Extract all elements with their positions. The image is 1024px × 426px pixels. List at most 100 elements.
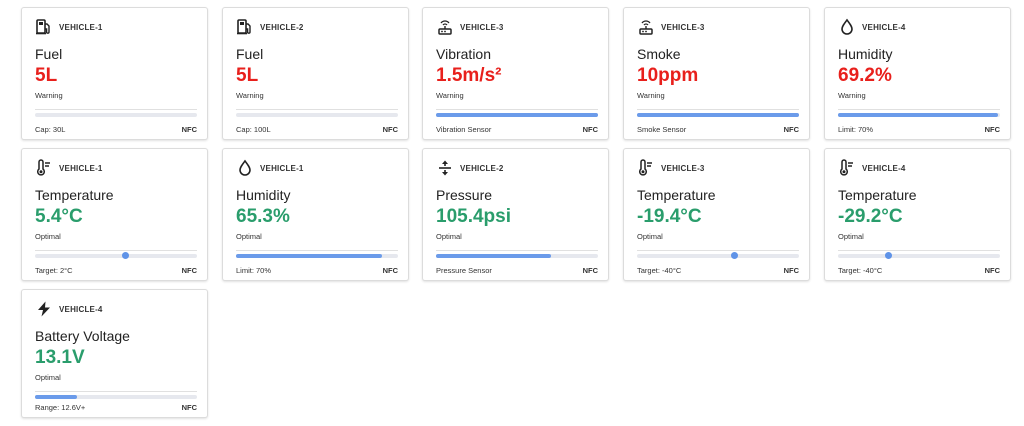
- sensor-card[interactable]: VEHICLE-3 Temperature -19.4°C Optimal Ta…: [623, 148, 810, 281]
- card-footer: Range: 12.6V+ NFC: [35, 403, 197, 412]
- level-track: [436, 113, 598, 117]
- status-text: Optimal: [637, 232, 663, 241]
- status-text: Optimal: [35, 373, 61, 382]
- status-text: Warning: [838, 91, 866, 100]
- card-header: VEHICLE-2: [436, 158, 598, 178]
- footer-info: Pressure Sensor: [436, 266, 492, 275]
- sensor-card-grid: VEHICLE-1 Fuel 5L Warning Cap: 30L NFC V…: [0, 0, 1024, 426]
- sensor-card[interactable]: VEHICLE-4 Battery Voltage 13.1V Optimal …: [21, 289, 208, 418]
- card-header: VEHICLE-1: [236, 158, 398, 178]
- nfc-badge: NFC: [582, 266, 598, 275]
- divider: [838, 250, 1000, 251]
- card-footer: Vibration Sensor NFC: [436, 125, 598, 134]
- sensor-card[interactable]: VEHICLE-2 Pressure 105.4psi Optimal Pres…: [422, 148, 609, 281]
- level-fill: [35, 395, 78, 399]
- level-marker: [730, 252, 738, 259]
- card-footer: Target: -40°C NFC: [637, 266, 799, 275]
- divider: [236, 250, 398, 251]
- level-track: [637, 113, 799, 117]
- sensor-card[interactable]: VEHICLE-4 Temperature -29.2°C Optimal Ta…: [824, 148, 1011, 281]
- divider: [637, 250, 799, 251]
- level-track: [35, 252, 197, 259]
- metric-value: 10ppm: [637, 65, 699, 86]
- sensor-card[interactable]: VEHICLE-3 Smoke 10ppm Warning Smoke Sens…: [623, 7, 810, 140]
- metric-value: 1.5m/s²: [436, 65, 502, 86]
- footer-info: Cap: 100L: [236, 125, 271, 134]
- metric-value: 65.3%: [236, 206, 290, 227]
- level-track: [236, 113, 398, 117]
- sensor-card[interactable]: VEHICLE-3 Vibration 1.5m/s² Warning Vibr…: [422, 7, 609, 140]
- level-fill: [838, 113, 999, 117]
- divider: [637, 109, 799, 110]
- sensor-icon: [436, 18, 454, 36]
- card-footer: Target: 2°C NFC: [35, 266, 197, 275]
- card-footer: Cap: 30L NFC: [35, 125, 197, 134]
- footer-info: Limit: 70%: [838, 125, 874, 134]
- card-footer: Limit: 70% NFC: [236, 266, 398, 275]
- status-text: Optimal: [35, 232, 61, 241]
- metric-name: Humidity: [236, 187, 291, 203]
- level-track: [838, 113, 1000, 117]
- divider: [35, 109, 197, 110]
- metric-name: Vibration: [436, 46, 492, 62]
- nfc-badge: NFC: [783, 266, 799, 275]
- footer-info: Smoke Sensor: [637, 125, 687, 134]
- water-drop-icon: [236, 159, 254, 177]
- metric-name: Fuel: [35, 46, 63, 62]
- vehicle-label: VEHICLE-4: [862, 163, 906, 173]
- vehicle-label: VEHICLE-4: [862, 22, 906, 32]
- nfc-badge: NFC: [382, 266, 398, 275]
- divider: [436, 109, 598, 110]
- level-track: [838, 252, 1000, 259]
- divider: [236, 109, 398, 110]
- level-fill: [436, 254, 552, 258]
- level-fill: [637, 113, 799, 117]
- metric-value: 5L: [236, 65, 259, 86]
- water-drop-icon: [838, 18, 856, 36]
- level-track: [236, 254, 398, 258]
- metric-value: 5.4°C: [35, 206, 83, 227]
- sensor-card[interactable]: VEHICLE-1 Humidity 65.3% Optimal Limit: …: [222, 148, 409, 281]
- card-header: VEHICLE-3: [637, 158, 799, 178]
- card-footer: Pressure Sensor NFC: [436, 266, 598, 275]
- vehicle-label: VEHICLE-1: [260, 163, 304, 173]
- vehicle-label: VEHICLE-4: [59, 304, 103, 314]
- level-track: [35, 113, 197, 117]
- metric-name: Temperature: [35, 187, 114, 203]
- vehicle-label: VEHICLE-2: [460, 163, 504, 173]
- footer-info: Vibration Sensor: [436, 125, 492, 134]
- nfc-badge: NFC: [783, 125, 799, 134]
- metric-value: 13.1V: [35, 347, 85, 368]
- fuel-pump-icon: [35, 18, 53, 36]
- vehicle-label: VEHICLE-2: [260, 22, 304, 32]
- footer-info: Target: 2°C: [35, 266, 73, 275]
- metric-value: 5L: [35, 65, 58, 86]
- nfc-badge: NFC: [181, 403, 197, 412]
- card-header: VEHICLE-2: [236, 17, 398, 37]
- status-text: Warning: [35, 91, 63, 100]
- card-header: VEHICLE-4: [838, 158, 1000, 178]
- lightning-bolt-icon: [35, 300, 53, 318]
- sensor-icon: [637, 18, 655, 36]
- thermometer-icon: [838, 159, 856, 177]
- card-header: VEHICLE-1: [35, 17, 197, 37]
- metric-name: Humidity: [838, 46, 893, 62]
- card-header: VEHICLE-3: [436, 17, 598, 37]
- card-footer: Smoke Sensor NFC: [637, 125, 799, 134]
- sensor-card[interactable]: VEHICLE-1 Fuel 5L Warning Cap: 30L NFC: [21, 7, 208, 140]
- vehicle-label: VEHICLE-3: [661, 163, 705, 173]
- level-track: [436, 254, 598, 258]
- sensor-card[interactable]: VEHICLE-2 Fuel 5L Warning Cap: 100L NFC: [222, 7, 409, 140]
- sensor-card[interactable]: VEHICLE-4 Humidity 69.2% Warning Limit: …: [824, 7, 1011, 140]
- divider: [838, 109, 1000, 110]
- status-text: Optimal: [838, 232, 864, 241]
- sensor-card[interactable]: VEHICLE-1 Temperature 5.4°C Optimal Targ…: [21, 148, 208, 281]
- metric-name: Battery Voltage: [35, 328, 130, 344]
- thermometer-icon: [35, 159, 53, 177]
- status-text: Warning: [236, 91, 264, 100]
- metric-name: Smoke: [637, 46, 681, 62]
- metric-name: Temperature: [637, 187, 716, 203]
- card-footer: Limit: 70% NFC: [838, 125, 1000, 134]
- status-text: Optimal: [236, 232, 262, 241]
- level-marker: [884, 252, 892, 259]
